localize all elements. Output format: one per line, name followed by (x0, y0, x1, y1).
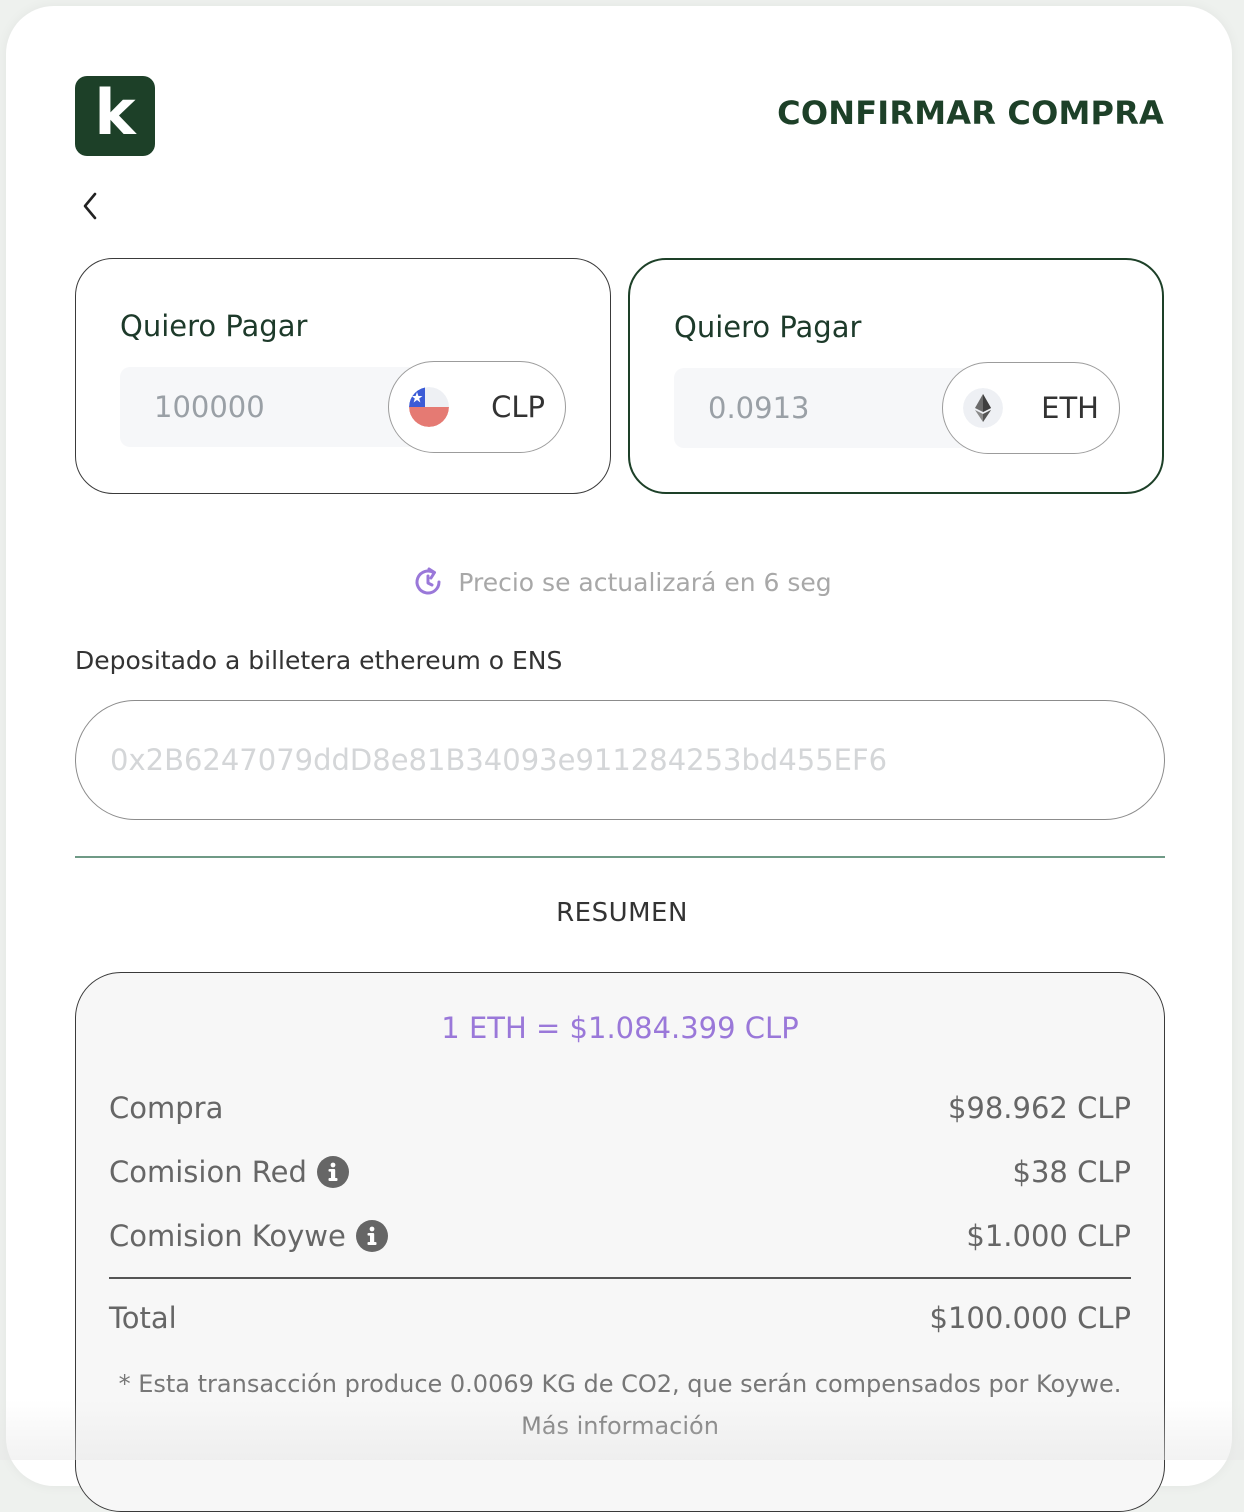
total-label: Total (109, 1301, 177, 1335)
chile-flag-icon (409, 387, 449, 427)
summary-row-total: Total $100.000 CLP (109, 1301, 1131, 1335)
timer-text: Precio se actualizará en 6 seg (458, 567, 832, 597)
wallet-label: Depositado a billetera ethereum o ENS (75, 646, 563, 675)
logo-letter: k (94, 76, 136, 149)
total-value: $100.000 CLP (929, 1301, 1132, 1335)
pay-label: Quiero Pagar (120, 309, 308, 343)
pay-card-clp: Quiero Pagar CLP (75, 258, 611, 494)
pay-label: Quiero Pagar (674, 310, 862, 344)
koywe-logo: k (75, 76, 155, 156)
currency-selector-clp[interactable]: CLP (388, 361, 566, 453)
eth-amount-input[interactable] (674, 368, 974, 448)
summary-box: 1 ETH = $1.084.399 CLP Compra $98.962 CL… (75, 972, 1165, 1512)
refresh-clock-icon (415, 567, 441, 595)
row-label: Compra (109, 1091, 224, 1125)
clp-amount-input[interactable] (120, 367, 420, 447)
summary-title: RESUMEN (556, 898, 688, 928)
row-label: Comision Red (109, 1155, 307, 1189)
summary-row-comision-red: Comision Red $38 CLP (109, 1155, 1131, 1189)
wallet-address-input[interactable] (75, 700, 1165, 820)
currency-code: CLP (491, 390, 545, 424)
row-label: Comision Koywe (109, 1219, 346, 1253)
summary-divider (109, 1277, 1131, 1279)
currency-code: ETH (1041, 391, 1099, 425)
co2-note-text: * Esta transacción produce 0.0069 KG de … (118, 1370, 1122, 1398)
summary-row-compra: Compra $98.962 CLP (109, 1091, 1131, 1125)
section-divider (75, 856, 1165, 858)
back-button[interactable] (76, 188, 104, 224)
ethereum-icon (963, 388, 1003, 428)
info-icon[interactable] (355, 1220, 388, 1252)
pay-card-eth: Quiero Pagar ETH (628, 258, 1164, 494)
row-value: $98.962 CLP (947, 1091, 1131, 1125)
more-info-link[interactable]: Más información (521, 1412, 719, 1440)
page-title: CONFIRMAR COMPRA (777, 94, 1164, 132)
row-value: $38 CLP (1012, 1155, 1131, 1189)
price-refresh-timer: Precio se actualizará en 6 seg (0, 566, 1244, 598)
exchange-rate: 1 ETH = $1.084.399 CLP (441, 1011, 799, 1045)
co2-note: * Esta transacción produce 0.0069 KG de … (116, 1363, 1124, 1447)
row-value: $1.000 CLP (966, 1219, 1131, 1253)
info-icon[interactable] (316, 1156, 349, 1188)
chevron-left-icon (83, 192, 97, 220)
currency-selector-eth[interactable]: ETH (942, 362, 1120, 454)
summary-row-comision-koywe: Comision Koywe $1.000 CLP (109, 1219, 1131, 1253)
